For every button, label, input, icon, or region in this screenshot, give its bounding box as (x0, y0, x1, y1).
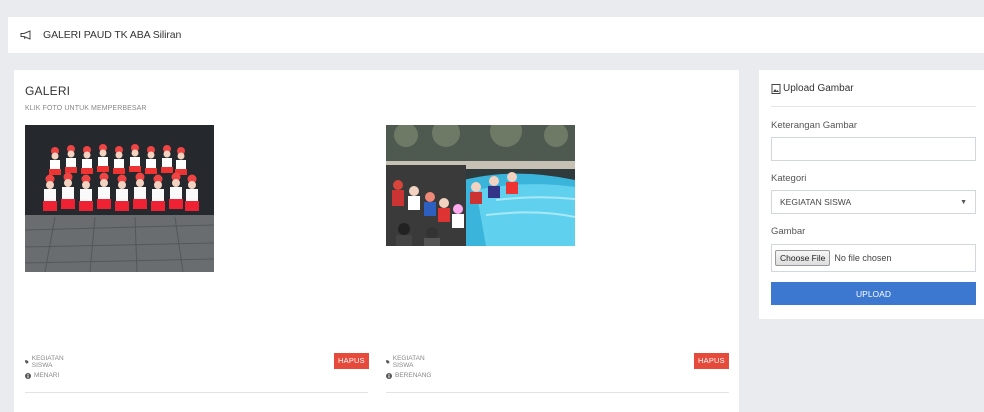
gambar-label: Gambar (771, 226, 806, 237)
delete-button[interactable]: HAPUS (334, 353, 369, 369)
tag-icon (386, 360, 390, 364)
chevron-down-icon: ▼ (960, 198, 967, 206)
card-caption: MENARI (25, 372, 59, 379)
keterangan-field-wrap (771, 137, 976, 161)
gallery-subtitle: KLIK FOTO UNTUK MEMPERBESAR (25, 105, 147, 112)
page-header: GALERI PAUD TK ABA Siliran (8, 17, 984, 53)
page-title: GALERI PAUD TK ABA Siliran (43, 29, 182, 41)
card-category: KEGIATAN SISWA (386, 355, 427, 369)
upload-title: Upload Gambar (771, 83, 854, 94)
gallery-title: GALERI (25, 84, 71, 98)
card-category-label: KEGIATAN SISWA (392, 355, 425, 369)
kategori-label: Kategori (771, 173, 807, 184)
keterangan-input[interactable] (772, 138, 975, 160)
info-icon (386, 372, 392, 379)
delete-button[interactable]: HAPUS (694, 353, 729, 369)
upload-button[interactable]: UPLOAD (771, 282, 976, 305)
card-divider (25, 392, 368, 393)
card-category: KEGIATAN SISWA (25, 355, 66, 369)
no-file-text: No file chosen (834, 253, 892, 263)
bullhorn-icon (20, 30, 31, 40)
card-caption-label: MENARI (34, 372, 60, 379)
swimming-photo[interactable] (386, 125, 575, 246)
keterangan-label: Keterangan Gambar (771, 120, 858, 131)
upload-title-label: Upload Gambar (783, 83, 854, 94)
card-caption-label: BERENANG (395, 372, 432, 379)
gallery-panel: GALERI KLIK FOTO UNTUK MEMPERBESAR KEGIA… (14, 70, 739, 412)
file-input: Choose File No file chosen (771, 244, 976, 272)
card-category-label: KEGIATAN SISWA (31, 355, 64, 369)
card-divider (386, 392, 729, 393)
dance-photo[interactable] (25, 125, 214, 272)
card-caption: BERENANG (386, 372, 431, 379)
kategori-select[interactable]: KEGIATAN SISWA ▼ (771, 190, 976, 214)
upload-divider (771, 106, 976, 107)
tag-icon (25, 360, 29, 364)
image-file-icon (771, 83, 781, 94)
kategori-selected-value: KEGIATAN SISWA (780, 197, 852, 207)
upload-panel: Upload Gambar Keterangan Gambar Kategori… (759, 70, 984, 319)
choose-file-button[interactable]: Choose File (775, 250, 831, 266)
info-icon (25, 372, 31, 379)
